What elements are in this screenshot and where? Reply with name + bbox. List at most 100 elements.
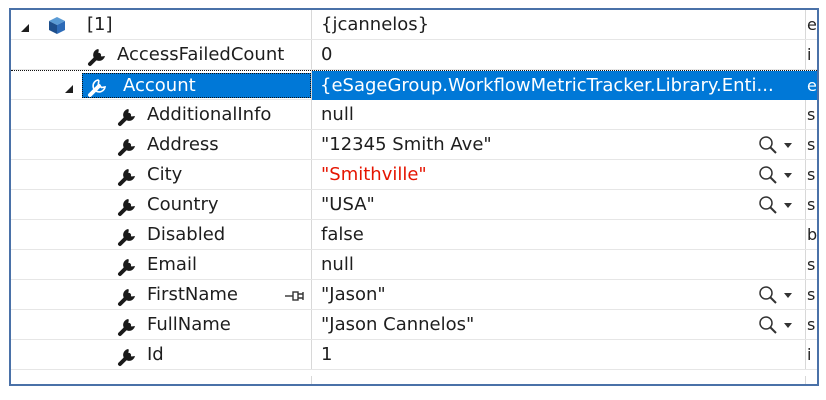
magnifier-visualizer-button[interactable] bbox=[757, 135, 797, 155]
variable-value: null bbox=[321, 254, 354, 275]
type-cell: e bbox=[806, 71, 817, 100]
magnifier-visualizer-button[interactable] bbox=[757, 315, 797, 335]
magnifier-icon bbox=[759, 316, 792, 334]
wrench-glyph bbox=[118, 349, 135, 366]
value-cell[interactable]: 0 bbox=[312, 40, 806, 69]
table-row-disabled[interactable]: Disabled false b bbox=[11, 220, 817, 250]
variable-value: null bbox=[321, 104, 354, 125]
type-cell: s bbox=[807, 165, 816, 184]
collapse-arrow-glyph bbox=[21, 24, 29, 32]
name-cell[interactable]: Id bbox=[11, 340, 312, 369]
collapse-arrow-glyph bbox=[65, 85, 73, 93]
value-cell[interactable]: "USA" bbox=[312, 190, 806, 219]
collapse-arrow-icon[interactable] bbox=[19, 19, 31, 38]
wrench-icon bbox=[117, 255, 139, 281]
wrench-icon bbox=[87, 76, 109, 102]
value-cell[interactable]: 1 bbox=[312, 340, 806, 369]
wrench-glyph bbox=[118, 199, 135, 216]
table-row-account[interactable]: Account {eSageGroup.WorkflowMetricTracker… bbox=[11, 70, 817, 100]
wrench-icon bbox=[117, 285, 139, 311]
variable-name: AdditionalInfo bbox=[147, 104, 272, 125]
magnifier-visualizer-button[interactable] bbox=[757, 165, 797, 185]
type-cell: s bbox=[807, 105, 816, 124]
name-cell[interactable]: Country bbox=[11, 190, 312, 219]
wrench-icon bbox=[117, 105, 139, 131]
magnifier-icon bbox=[759, 196, 792, 214]
wrench-glyph bbox=[118, 259, 135, 276]
object-glyph bbox=[49, 17, 65, 34]
type-cell: b bbox=[807, 225, 818, 244]
type-cell: s bbox=[807, 315, 816, 334]
wrench-icon bbox=[117, 315, 139, 341]
wrench-icon bbox=[117, 135, 139, 161]
variable-name: AccessFailedCount bbox=[117, 44, 285, 65]
wrench-glyph bbox=[118, 109, 135, 126]
variable-name: Id bbox=[147, 344, 164, 365]
value-cell[interactable]: false bbox=[312, 220, 806, 249]
name-cell[interactable]: AccessFailedCount bbox=[11, 40, 312, 69]
wrench-glyph bbox=[88, 79, 106, 97]
name-cell[interactable]: Disabled bbox=[11, 220, 312, 249]
variable-value: "USA" bbox=[321, 194, 375, 215]
wrench-icon bbox=[117, 345, 139, 371]
magnifier-icon bbox=[759, 286, 792, 304]
value-cell[interactable]: {eSageGroup.WorkflowMetricTracker.Librar… bbox=[312, 71, 806, 100]
variable-name: Disabled bbox=[147, 224, 226, 245]
wrench-glyph bbox=[118, 139, 135, 156]
type-cell: i bbox=[807, 345, 812, 364]
name-cell[interactable]: FirstName bbox=[11, 280, 312, 309]
object-icon bbox=[47, 15, 67, 39]
wrench-icon bbox=[87, 45, 109, 71]
value-cell[interactable]: "Smithville" bbox=[312, 160, 806, 189]
variable-value: {jcannelos} bbox=[321, 14, 430, 35]
name-cell[interactable]: [1] bbox=[11, 10, 312, 39]
value-cell[interactable]: "12345 Smith Ave" bbox=[312, 130, 806, 159]
type-cell: s bbox=[807, 195, 816, 214]
table-row-city[interactable]: City "Smithville" s bbox=[11, 160, 817, 190]
table-row-address[interactable]: Address "12345 Smith Ave" s bbox=[11, 130, 817, 160]
variable-name: [1] bbox=[87, 14, 113, 35]
wrench-icon bbox=[117, 165, 139, 191]
wrench-glyph bbox=[118, 319, 135, 336]
type-cell: i bbox=[807, 45, 812, 64]
table-row-id[interactable]: Id 1 i bbox=[11, 340, 817, 370]
value-cell[interactable]: "Jason" bbox=[312, 280, 806, 309]
value-cell[interactable]: null bbox=[312, 100, 806, 129]
value-cell[interactable]: "Jason Cannelos" bbox=[312, 310, 806, 339]
variable-value: 1 bbox=[321, 344, 333, 365]
name-cell[interactable]: Address bbox=[11, 130, 312, 159]
value-cell[interactable]: {jcannelos} bbox=[312, 10, 806, 39]
name-cell[interactable]: Email bbox=[11, 250, 312, 279]
type-cell: s bbox=[807, 255, 816, 274]
name-cell[interactable]: City bbox=[11, 160, 312, 189]
variable-value: "Jason" bbox=[321, 284, 386, 305]
name-cell[interactable]: FullName bbox=[11, 310, 312, 339]
variable-value: "12345 Smith Ave" bbox=[321, 134, 492, 155]
magnifier-icon bbox=[759, 166, 792, 184]
magnifier-icon bbox=[759, 136, 792, 154]
table-row-country[interactable]: Country "USA" s bbox=[11, 190, 817, 220]
magnifier-visualizer-button[interactable] bbox=[757, 285, 797, 305]
table-row-additional-info[interactable]: AdditionalInfo null s bbox=[11, 100, 817, 130]
locals-watch-window: [1] {jcannelos} e AccessFailedCount 0 i Accoun… bbox=[9, 8, 819, 386]
pin-glyph bbox=[285, 291, 304, 301]
table-row-access-failed-count[interactable]: AccessFailedCount 0 i bbox=[11, 40, 817, 70]
table-row-partial bbox=[11, 376, 817, 384]
variable-name: City bbox=[147, 164, 183, 185]
variable-value: "Smithville" bbox=[321, 164, 427, 185]
variable-name: Address bbox=[147, 134, 219, 155]
pin-icon[interactable] bbox=[283, 288, 305, 302]
variable-name: Country bbox=[147, 194, 219, 215]
name-cell[interactable]: AdditionalInfo bbox=[11, 100, 312, 129]
selection-highlight bbox=[82, 73, 311, 98]
table-row-full-name[interactable]: FullName "Jason Cannelos" s bbox=[11, 310, 817, 340]
variable-name: FullName bbox=[147, 314, 231, 335]
table-row-first-name[interactable]: FirstName "Jason" s bbox=[11, 280, 817, 310]
magnifier-visualizer-button[interactable] bbox=[757, 195, 797, 215]
collapse-arrow-icon[interactable] bbox=[63, 80, 75, 99]
name-cell[interactable]: Account bbox=[11, 71, 312, 100]
value-cell[interactable]: null bbox=[312, 250, 806, 279]
table-row-root[interactable]: [1] {jcannelos} e bbox=[11, 10, 817, 40]
type-cell: e bbox=[807, 15, 817, 34]
table-row-email[interactable]: Email null s bbox=[11, 250, 817, 280]
